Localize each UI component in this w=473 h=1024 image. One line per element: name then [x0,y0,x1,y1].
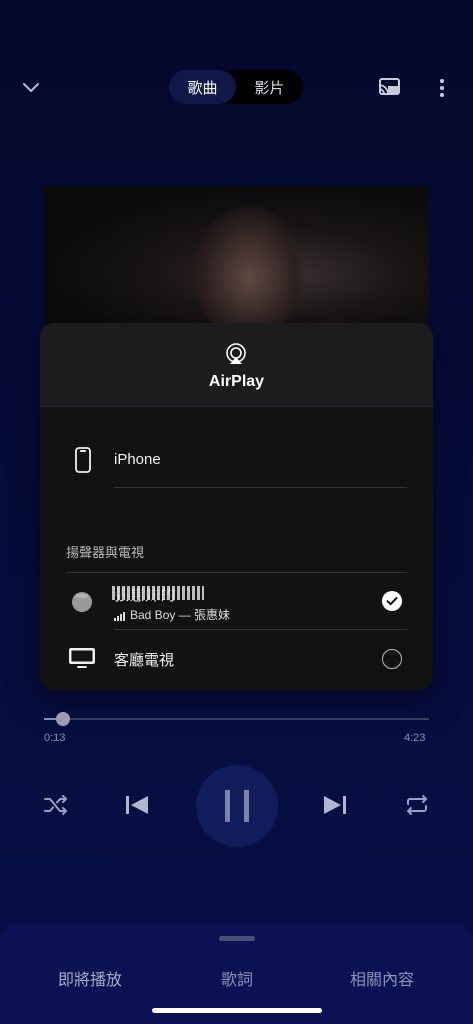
device-label-iphone: iPhone [114,451,161,468]
now-playing-text: Bad Boy — 張惠妹 [130,608,231,622]
shuffle-icon[interactable] [42,793,70,817]
device-row-tv[interactable]: 客廳電視 [40,631,433,687]
more-vertical-icon[interactable] [432,74,452,102]
tab-up-next[interactable]: 即將播放 [58,966,122,990]
current-time: 0:13 [44,732,66,744]
section-label-speakers-tv: 揚聲器與電視 [66,545,145,560]
cast-icon[interactable] [376,76,402,98]
radio-unselected-icon[interactable] [382,649,402,669]
divider [114,487,407,488]
total-time: 4:23 [404,732,426,744]
previous-track-icon[interactable] [122,792,152,818]
progress-track [44,718,429,720]
device-row-speaker[interactable]: 張惠妹的 Bad Boy — 張惠妹 [40,575,433,629]
airplay-sheet: AirPlay iPhone 揚聲器與電視 張惠妹的 Bad Boy — 張惠妹… [40,323,433,690]
pause-icon [225,790,249,822]
home-indicator[interactable] [152,1008,322,1013]
next-track-icon[interactable] [320,792,350,818]
tv-icon [68,647,96,669]
chevron-down-icon[interactable] [18,76,44,98]
tab-lyrics[interactable]: 歌詞 [221,966,253,990]
song-video-toggle: 歌曲 影片 [169,70,303,104]
iphone-icon [74,447,92,473]
tab-related[interactable]: 相關內容 [350,966,414,990]
pause-button[interactable] [196,765,278,847]
airplay-icon [224,342,248,366]
signal-bars-icon [114,610,126,621]
bottom-tab-sheet: 即將播放 歌詞 相關內容 [0,926,473,1024]
top-bar: 歌曲 影片 [0,68,473,108]
album-art [44,186,429,346]
playback-progress-slider[interactable] [44,712,429,726]
device-row-iphone[interactable]: iPhone [40,431,433,487]
progress-knob[interactable] [55,712,70,726]
airplay-header: AirPlay [40,323,433,407]
tab-songs[interactable]: 歌曲 [169,70,236,104]
divider [114,629,407,630]
homepod-icon [71,591,93,613]
checkmark-icon[interactable] [382,591,402,611]
repeat-icon[interactable] [403,793,431,817]
drag-handle[interactable] [219,936,255,941]
speaker-name: 張惠妹的 [111,584,205,605]
tab-videos[interactable]: 影片 [236,70,303,104]
tv-label: 客廳電視 [114,652,175,669]
speaker-now-playing: Bad Boy — 張惠妹 [114,606,230,623]
airplay-title: AirPlay [208,373,265,390]
divider [66,572,407,573]
